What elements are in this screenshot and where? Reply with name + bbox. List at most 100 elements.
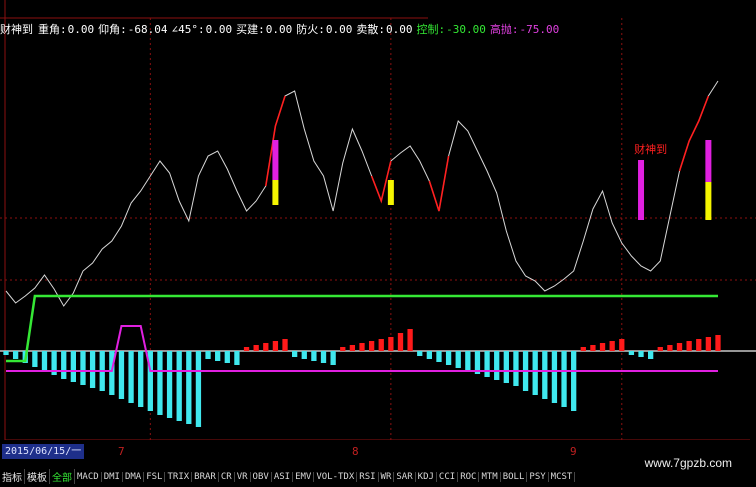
header-item: 重角: 0.00 — [38, 20, 94, 40]
histogram-bar — [89, 351, 96, 388]
tab-indicator[interactable]: CCI — [437, 471, 459, 482]
histogram-bar — [532, 351, 538, 395]
header-item: 卖散: 0.00 — [356, 20, 412, 40]
header-item: 财神到 — [0, 20, 34, 40]
histogram-bar — [128, 351, 134, 403]
histogram-bar — [638, 351, 644, 357]
header-value: 0.00 — [325, 23, 353, 36]
histogram-bar — [407, 329, 413, 351]
tab-indicator[interactable]: MCST — [549, 471, 576, 482]
histogram-bar — [80, 351, 86, 385]
tab-main[interactable]: 模板 — [25, 469, 50, 484]
histogram-bar — [705, 337, 712, 351]
tab-indicator[interactable]: RSI — [357, 471, 379, 482]
date-axis: 2015/06/15/一 7 8 9 — [0, 440, 756, 462]
tab-main[interactable]: 全部 — [50, 469, 75, 484]
histogram-bar — [676, 343, 683, 351]
header-item: 仰角: -68.04 — [98, 20, 167, 40]
indicator-tab-bar: 指标 模板 全部 MACD DMI DMA FSL TRIX BRAR CR VR OBV ASI EMV… — [0, 466, 756, 487]
histogram-bar — [320, 351, 327, 363]
histogram-bar — [234, 351, 240, 365]
histogram-bar — [513, 351, 519, 386]
histogram-bar — [176, 351, 182, 421]
histogram-bar — [503, 351, 509, 383]
histogram-bar — [301, 351, 307, 359]
histogram-bar — [292, 351, 298, 357]
histogram-bar — [378, 339, 384, 351]
histogram-bar — [715, 335, 721, 351]
histogram-bar — [426, 351, 432, 359]
tab-indicator[interactable]: EMV — [293, 471, 315, 482]
tab-indicator[interactable]: VR — [235, 471, 251, 482]
tab-indicator[interactable]: BRAR — [192, 471, 219, 482]
header-value: -75.00 — [519, 23, 560, 36]
indicator-header: 财神到 重角: 0.00 仰角: -68.04 ∠45°: 0.00 买建: 0.00 防火: 0.… — [0, 20, 559, 40]
histogram-bar — [253, 345, 259, 351]
histogram-bar — [263, 343, 269, 351]
tab-indicator[interactable]: VOL-TDX — [314, 471, 358, 482]
histogram-bar — [609, 341, 615, 351]
histogram-bar — [590, 345, 596, 351]
tab-indicator[interactable]: TRIX — [165, 471, 193, 482]
tab-indicator[interactable]: MACD — [75, 471, 102, 482]
header-label: ∠45°: — [171, 23, 205, 36]
tab-indicator[interactable]: ASI — [272, 471, 294, 482]
date-box[interactable]: 2015/06/15/一 — [2, 444, 85, 459]
tab-indicator[interactable]: OBV — [251, 471, 272, 482]
histogram-bar — [70, 351, 76, 382]
histogram-bar — [455, 351, 461, 368]
signal-column — [705, 182, 712, 220]
tab-indicator[interactable]: ROC — [458, 471, 480, 482]
tab-indicator[interactable]: FSL — [144, 471, 166, 482]
tab-indicator[interactable]: BOLL — [501, 471, 528, 482]
indicator-chart[interactable]: 财神到 — [0, 0, 756, 440]
tab-indicator[interactable]: DMA — [123, 471, 145, 482]
histogram-bar — [41, 351, 48, 371]
histogram-bar — [368, 341, 375, 351]
histogram-bar — [561, 351, 567, 407]
month-label-9: 9 — [570, 445, 577, 458]
histogram-bar — [571, 351, 577, 411]
histogram-bar — [61, 351, 67, 379]
tab-indicator[interactable]: KDJ — [416, 471, 437, 482]
header-label: 买建: — [236, 23, 265, 36]
header-value: 0.00 — [265, 23, 293, 36]
header-label: 高抛: — [489, 23, 519, 36]
header-value: -30.00 — [446, 23, 486, 36]
histogram-bar — [330, 351, 336, 365]
histogram-bar — [186, 351, 192, 424]
month-label-8: 8 — [352, 445, 359, 458]
header-item: ∠45°: 0.00 — [172, 20, 233, 40]
header-value: 0.00 — [205, 23, 233, 36]
histogram-bar — [282, 339, 288, 351]
histogram-bar — [272, 341, 279, 351]
histogram-bar — [686, 341, 692, 351]
signal-column — [272, 180, 279, 205]
header-item: 控制: -30.00 — [417, 20, 486, 40]
signal-column — [272, 140, 279, 180]
histogram-bar — [696, 339, 702, 351]
signal-column — [387, 180, 394, 205]
histogram-bar — [3, 351, 9, 355]
header-label: 防火: — [296, 23, 325, 36]
tab-indicator[interactable]: DMI — [102, 471, 123, 482]
tab-indicator[interactable]: WR — [379, 471, 395, 482]
histogram-bar — [619, 339, 625, 351]
tab-indicator[interactable]: PSY — [527, 471, 549, 482]
signal-column — [638, 160, 645, 220]
histogram-bar — [542, 351, 548, 399]
tab-indicator[interactable]: SAR — [394, 471, 416, 482]
tab-indicator[interactable]: CR — [219, 471, 235, 482]
tab-main[interactable]: 指标 — [0, 469, 25, 484]
header-label: 卖散: — [356, 23, 385, 36]
histogram-bar — [349, 345, 356, 351]
histogram-bar — [484, 351, 490, 377]
histogram-bar — [417, 351, 423, 356]
histogram-bar — [388, 337, 394, 351]
histogram-bar — [359, 343, 365, 351]
histogram-bar — [195, 351, 202, 427]
histogram-bar — [628, 351, 635, 355]
header-value: 0.00 — [386, 23, 413, 36]
tab-indicator[interactable]: MTM — [479, 471, 501, 482]
histogram-bar — [445, 351, 452, 365]
